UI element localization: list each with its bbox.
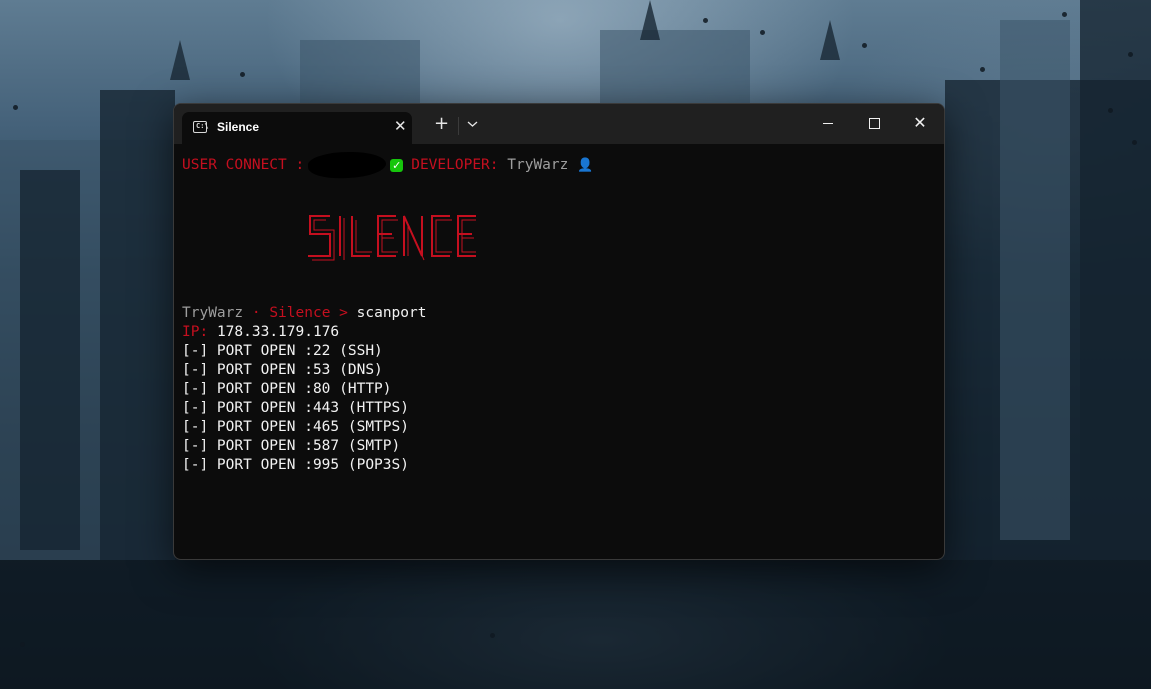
port-line: [-] PORT OPEN :53 (DNS) — [182, 362, 383, 378]
ip-line: IP: 178.33.179.176 — [182, 323, 339, 342]
developer-label: DEVELOPER: — [411, 157, 499, 173]
redacted-username — [307, 149, 387, 181]
minimize-icon — [823, 123, 833, 124]
user-icon: 👤 — [577, 158, 594, 173]
port-line: [-] PORT OPEN :995 (POP3S) — [182, 457, 409, 473]
developer-name: TryWarz — [507, 157, 569, 173]
prompt-command: scanport — [356, 305, 427, 321]
user-connect-label: USER CONNECT : — [182, 157, 305, 173]
terminal-icon: C:\ — [193, 121, 209, 133]
tab-title: Silence — [217, 120, 260, 134]
port-line: [-] PORT OPEN :22 (SSH) — [182, 343, 383, 359]
prompt-separator: · — [243, 305, 270, 321]
port-line: [-] PORT OPEN :465 (SMTPS) — [182, 419, 409, 435]
prompt-arrow: > — [330, 305, 357, 321]
maximize-icon — [869, 118, 880, 129]
tab-close-icon[interactable]: ✕ — [394, 117, 407, 135]
silence-banner — [254, 196, 477, 261]
minimize-button[interactable] — [805, 104, 851, 144]
check-icon: ✓ — [390, 158, 404, 172]
close-button[interactable]: ✕ — [897, 104, 943, 144]
tab-divider — [458, 117, 459, 135]
title-bar[interactable]: C:\ Silence ✕ + ✕ — [174, 104, 944, 144]
ip-label: IP: — [182, 324, 209, 340]
maximize-button[interactable] — [851, 104, 897, 144]
prompt-user: TryWarz — [182, 305, 244, 321]
new-tab-button[interactable]: + — [434, 115, 449, 133]
tab-silence[interactable]: C:\ Silence ✕ — [182, 112, 412, 144]
prompt-line: TryWarz · Silence > scanport — [182, 304, 426, 323]
terminal-window: C:\ Silence ✕ + ✕ USER CONNECT : ✓ DEVELOP… — [173, 103, 945, 560]
ip-value: 178.33.179.176 — [216, 324, 340, 340]
port-line: [-] PORT OPEN :80 (HTTP) — [182, 381, 392, 397]
banner-logo — [308, 215, 477, 261]
chevron-down-icon[interactable] — [467, 118, 478, 131]
port-line: [-] PORT OPEN :587 (SMTP) — [182, 438, 401, 454]
port-line: [-] PORT OPEN :443 (HTTPS) — [182, 400, 409, 416]
terminal-output[interactable]: USER CONNECT : ✓ DEVELOPER: TryWarz 👤 Tr… — [182, 149, 937, 552]
prompt-app: Silence — [269, 305, 331, 321]
header-line: USER CONNECT : ✓ DEVELOPER: TryWarz 👤 — [182, 149, 594, 181]
